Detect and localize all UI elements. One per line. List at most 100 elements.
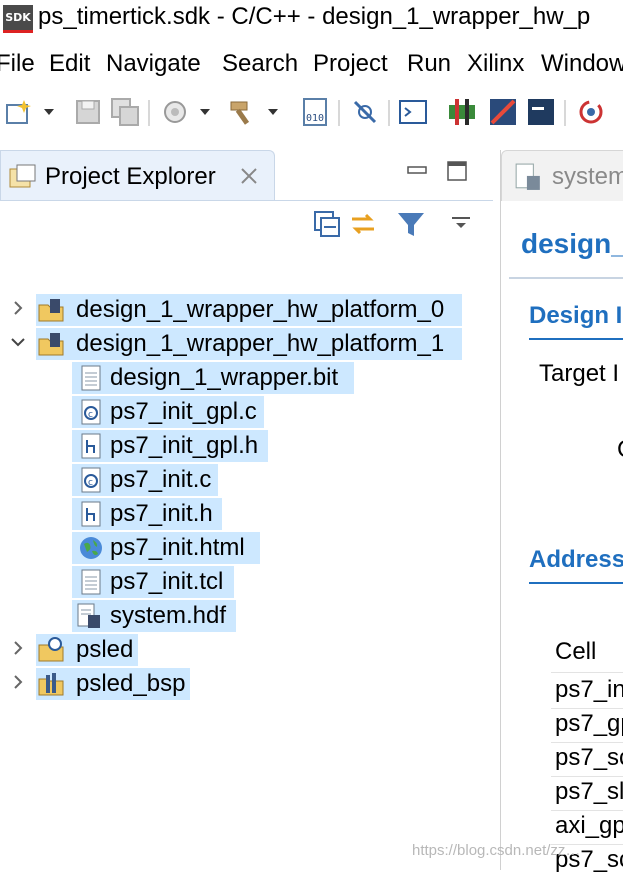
new-wizard-icon[interactable] — [4, 97, 34, 127]
c-project-folder-icon — [38, 637, 64, 663]
svg-text:010: 010 — [306, 113, 324, 124]
menu-edit[interactable]: Edit — [49, 50, 90, 78]
text-file-icon — [78, 569, 104, 595]
table-row[interactable]: ps7_sl — [555, 778, 623, 806]
table-row[interactable]: ps7_in — [555, 676, 623, 704]
tree-item-label: ps7_init_gpl.h — [110, 432, 259, 459]
tree-item-file[interactable]: ps7_init.h — [0, 498, 493, 530]
section-address-heading: Address — [529, 546, 623, 573]
editor-tab-system[interactable]: system — [501, 150, 623, 201]
expand-chevron-icon[interactable] — [10, 674, 26, 690]
main-toolbar: 010 — [0, 92, 623, 138]
bsp-folder-icon — [38, 671, 64, 697]
refresh-icon[interactable] — [576, 97, 606, 127]
build-dropdown-arrow-icon[interactable] — [198, 97, 212, 127]
hdf-file-icon — [514, 163, 542, 191]
binary-file-icon[interactable]: 010 — [300, 97, 330, 127]
menu-file[interactable]: File — [0, 50, 35, 78]
tree-item-label: ps7_init.h — [110, 500, 213, 527]
hammer-dropdown-arrow-icon[interactable] — [266, 97, 280, 127]
menu-run[interactable]: Run — [407, 50, 451, 78]
tree-item-label: ps7_init.c — [110, 466, 212, 493]
tree-item-psled-bsp[interactable]: psled_bsp — [0, 668, 493, 700]
tree-item-label: psled_bsp — [76, 670, 186, 697]
row-divider — [551, 708, 623, 709]
tree-item-file[interactable]: ps7_init.tcl — [0, 566, 493, 598]
row-divider — [551, 776, 623, 777]
svg-text:c: c — [88, 478, 93, 488]
svg-text:c: c — [88, 410, 93, 420]
maximize-view-icon[interactable] — [447, 161, 467, 181]
toolbar-separator — [148, 100, 150, 126]
project-explorer-icon — [9, 163, 37, 189]
c-source-icon: c — [78, 467, 104, 493]
tree-item-file[interactable]: ps7_init_gpl.h — [0, 430, 493, 462]
table-row[interactable]: ps7_sc — [555, 744, 623, 772]
hw-platform-folder-icon — [38, 331, 64, 357]
project-explorer-body: design_1_wrapper_hw_platform_0 design_1_… — [0, 200, 493, 871]
menu-search[interactable]: Search — [222, 50, 298, 78]
tree-item-file[interactable]: c ps7_init.c — [0, 464, 493, 496]
menu-window[interactable]: Window — [541, 50, 623, 78]
tree-item-file[interactable]: c ps7_init_gpl.c — [0, 396, 493, 428]
xsct-console-icon[interactable] — [526, 97, 556, 127]
collapse-chevron-icon[interactable] — [10, 334, 26, 350]
hw-platform-folder-icon — [38, 297, 64, 323]
globe-html-icon — [78, 535, 104, 561]
minimize-view-icon[interactable] — [407, 163, 427, 175]
project-explorer-title: Project Explorer — [45, 163, 216, 190]
terminal-icon[interactable] — [398, 97, 428, 127]
project-explorer-panel: Project Explorer design_1_wrapper_hw_pla… — [0, 150, 493, 870]
tree-item-label: ps7_init.html — [110, 534, 245, 561]
hammer-build-icon[interactable] — [228, 97, 258, 127]
toolbar-separator — [388, 100, 390, 126]
c-source-icon: c — [78, 399, 104, 425]
view-menu-icon[interactable] — [450, 209, 472, 239]
build-settings-icon[interactable] — [160, 97, 190, 127]
editor-panel: system design_ Design I Target I C Addre… — [500, 150, 623, 873]
expand-chevron-icon[interactable] — [10, 640, 26, 656]
watermark: https://blog.csdn.net/zz… — [412, 842, 581, 859]
collapse-all-icon[interactable] — [312, 209, 342, 239]
section-design-heading: Design I — [529, 302, 623, 329]
tree-item-label: design_1_wrapper_hw_platform_1 — [76, 330, 445, 357]
menu-xilinx[interactable]: Xilinx — [467, 50, 524, 78]
project-explorer-tab[interactable]: Project Explorer — [0, 150, 275, 201]
blank-sdk-icon[interactable] — [488, 97, 518, 127]
toolbar-separator — [338, 100, 340, 126]
tree-item-file[interactable]: design_1_wrapper.bit — [0, 362, 493, 394]
cell-column-header: Cell — [555, 638, 597, 665]
tree-item-hw-platform-1[interactable]: design_1_wrapper_hw_platform_1 — [0, 328, 493, 360]
link-with-editor-icon[interactable] — [348, 209, 378, 239]
tree-item-psled[interactable]: psled — [0, 634, 493, 666]
tree-item-file[interactable]: ps7_init.html — [0, 532, 493, 564]
new-dropdown-arrow-icon[interactable] — [42, 97, 56, 127]
menu-project[interactable]: Project — [313, 50, 388, 78]
menu-bar: File Edit Navigate Search Project Run Xi… — [0, 46, 623, 84]
menu-navigate[interactable]: Navigate — [106, 50, 201, 78]
expand-chevron-icon[interactable] — [10, 300, 26, 316]
header-divider — [509, 277, 623, 279]
window-title: ps_timertick.sdk - C/C++ - design_1_wrap… — [38, 3, 591, 30]
tree-item-hw-platform-0[interactable]: design_1_wrapper_hw_platform_0 — [0, 294, 493, 326]
sdk-logo: SDK — [3, 5, 33, 33]
debug-connection-icon[interactable] — [350, 97, 380, 127]
tree-item-label: psled — [76, 636, 134, 663]
row-divider — [551, 672, 623, 673]
table-row[interactable]: ps7_gp — [555, 710, 623, 738]
h-header-icon — [78, 501, 104, 527]
tree-item-file[interactable]: system.hdf — [0, 600, 493, 632]
c-label: C — [617, 436, 623, 464]
window-title-bar: SDK ps_timertick.sdk - C/C++ - design_1_… — [0, 0, 623, 38]
table-row[interactable]: axi_gp — [555, 812, 623, 840]
target-label: Target I — [539, 360, 620, 387]
text-file-icon — [78, 365, 104, 391]
tree-item-label: ps7_init_gpl.c — [110, 398, 257, 425]
program-fpga-icon[interactable] — [447, 97, 477, 127]
tree-item-label: ps7_init.tcl — [110, 568, 224, 595]
filter-icon[interactable] — [396, 209, 426, 239]
save-icon[interactable] — [73, 97, 103, 127]
close-icon[interactable] — [239, 166, 259, 186]
hdf-file-icon — [76, 603, 102, 629]
save-all-icon[interactable] — [110, 97, 140, 127]
